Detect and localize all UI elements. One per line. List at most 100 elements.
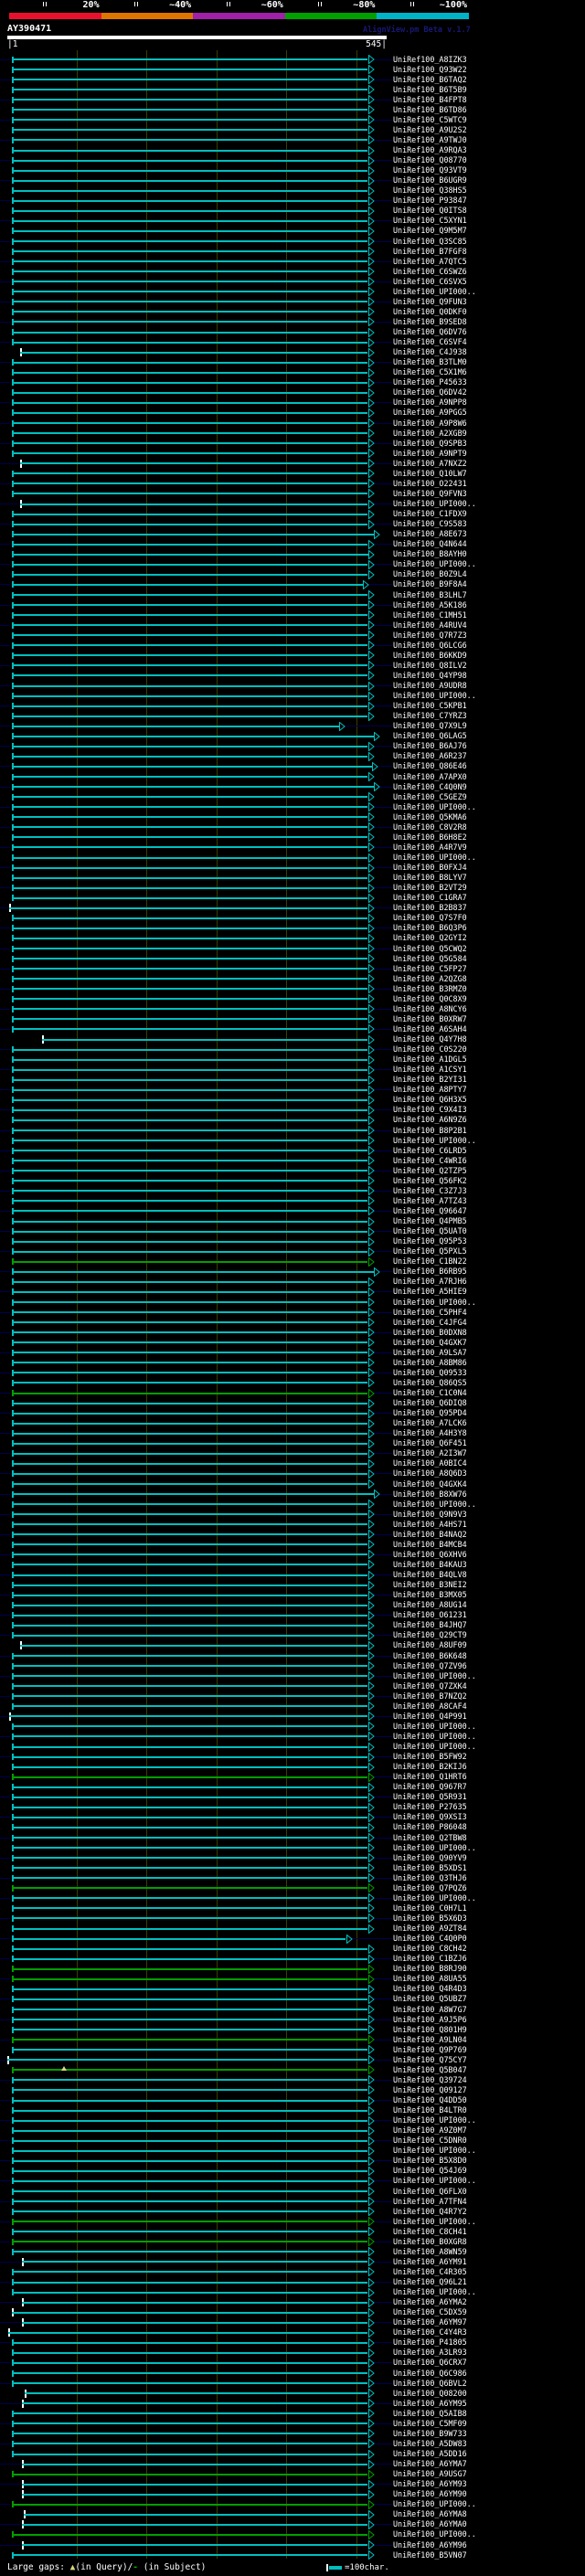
hit-label[interactable]: UniRef100_C1GRA7 — [393, 894, 467, 902]
hit-label[interactable]: UniRef100_Q0DKF0 — [393, 307, 467, 316]
hit-label[interactable]: UniRef100_B0Z9L4 — [393, 570, 467, 578]
hit-label[interactable]: UniRef100_UPI000.. — [393, 287, 476, 296]
hit-label[interactable]: UniRef100_C6LRD5 — [393, 1146, 467, 1155]
hit-label[interactable]: UniRef100_A6YMA8 — [393, 2510, 467, 2518]
hit-label[interactable]: UniRef100_Q86E46 — [393, 762, 467, 770]
hit-label[interactable]: UniRef100_UPI000.. — [393, 1732, 476, 1741]
hit-label[interactable]: UniRef100_A4HS71 — [393, 1520, 467, 1529]
hit-label[interactable]: UniRef100_Q09533 — [393, 1368, 467, 1377]
hit-label[interactable]: UniRef100_A7TFN4 — [393, 2197, 467, 2206]
hit-label[interactable]: UniRef100_Q54J69 — [393, 2167, 467, 2175]
hit-label[interactable]: UniRef100_B5FW92 — [393, 1753, 467, 1761]
hit-label[interactable]: UniRef100_B7FGF8 — [393, 247, 467, 256]
hit-label[interactable]: UniRef100_C1FDX9 — [393, 510, 467, 518]
hit-label[interactable]: UniRef100_Q6DIQ8 — [393, 1399, 467, 1407]
hit-label[interactable]: UniRef100_B4QLV8 — [393, 1571, 467, 1579]
hit-label[interactable]: UniRef100_Q6XHV6 — [393, 1550, 467, 1559]
hit-label[interactable]: UniRef100_C0S220 — [393, 1045, 467, 1054]
hit-label[interactable]: UniRef100_B6H8E2 — [393, 832, 467, 842]
hit-label[interactable]: UniRef100_A6YMA2 — [393, 2298, 467, 2306]
hit-label[interactable]: UniRef100_UPI000.. — [393, 692, 476, 700]
hit-label[interactable]: UniRef100_A4R7V9 — [393, 843, 467, 852]
hit-label[interactable]: UniRef100_Q9N9V3 — [393, 1510, 467, 1519]
hit-label[interactable]: UniRef100_Q2TBW8 — [393, 1833, 467, 1842]
hit-label[interactable]: UniRef100_UPI000.. — [393, 2530, 476, 2539]
hit-label[interactable]: UniRef100_A6YM91 — [393, 2257, 467, 2266]
hit-label[interactable]: UniRef100_B6K648 — [393, 1651, 467, 1660]
hit-label[interactable]: UniRef100_C9S583 — [393, 520, 467, 528]
hit-label[interactable]: UniRef100_A6YM90 — [393, 2490, 467, 2498]
hit-label[interactable]: UniRef100_A2I3W7 — [393, 1449, 467, 1458]
hit-label[interactable]: UniRef100_Q93VT9 — [393, 166, 467, 175]
hit-label[interactable]: UniRef100_Q5PXL5 — [393, 1247, 467, 1256]
hit-label[interactable]: UniRef100_A9NPT9 — [393, 449, 467, 458]
hit-label[interactable]: UniRef100_Q3SC85 — [393, 237, 467, 246]
hit-label[interactable]: UniRef100_Q96L21 — [393, 2278, 467, 2286]
hit-label[interactable]: UniRef100_Q39724 — [393, 2075, 467, 2084]
hit-label[interactable]: UniRef100_B5X8D0 — [393, 2157, 467, 2165]
hit-label[interactable]: UniRef100_UPI000.. — [393, 1722, 476, 1731]
hit-label[interactable]: UniRef100_B8RJ90 — [393, 1965, 467, 1973]
hit-label[interactable]: UniRef100_Q5UBZ7 — [393, 1995, 467, 2003]
hit-label[interactable]: UniRef100_A0BIC4 — [393, 1459, 467, 1468]
hit-label[interactable]: UniRef100_B9F8A4 — [393, 580, 467, 588]
hit-label[interactable]: UniRef100_B8LYV7 — [393, 874, 467, 882]
hit-label[interactable]: UniRef100_A8NCY6 — [393, 1004, 467, 1013]
hit-label[interactable]: UniRef100_A8IZK3 — [393, 55, 467, 64]
hit-label[interactable]: UniRef100_C4Q0P0 — [393, 1935, 467, 1943]
hit-label[interactable]: UniRef100_B3TLM0 — [393, 358, 467, 366]
hit-label[interactable]: UniRef100_P27635 — [393, 1803, 467, 1811]
hit-label[interactable]: UniRef100_UPI000.. — [393, 802, 476, 811]
hit-label[interactable]: UniRef100_C1BZJ6 — [393, 1955, 467, 1963]
hit-label[interactable]: UniRef100_B3RMZ0 — [393, 984, 467, 993]
hit-label[interactable]: UniRef100_Q1HRT6 — [393, 1773, 467, 1781]
hit-label[interactable]: UniRef100_Q6F451 — [393, 1439, 467, 1447]
hit-label[interactable]: UniRef100_A8W7G7 — [393, 2005, 467, 2014]
hit-label[interactable]: UniRef100_C5MF09 — [393, 2419, 467, 2428]
hit-label[interactable]: UniRef100_C5DX59 — [393, 2308, 467, 2316]
hit-label[interactable]: UniRef100_UPI000.. — [393, 1893, 476, 1903]
hit-label[interactable]: UniRef100_Q08200 — [393, 2389, 467, 2398]
hit-label[interactable]: UniRef100_Q5CWQ2 — [393, 944, 467, 953]
hit-label[interactable]: UniRef100_A5DW83 — [393, 2439, 467, 2448]
hit-label[interactable]: UniRef100_Q6BVL2 — [393, 2379, 467, 2388]
hit-label[interactable]: UniRef100_B0XGR8 — [393, 2237, 467, 2246]
hit-label[interactable]: UniRef100_Q5AIB8 — [393, 2409, 467, 2418]
hit-label[interactable]: UniRef100_Q7S7F0 — [393, 914, 467, 922]
hit-label[interactable]: UniRef100_UPI000.. — [393, 560, 476, 568]
hit-label[interactable]: UniRef100_Q4P991 — [393, 1712, 467, 1721]
hit-label[interactable]: UniRef100_A6YM97 — [393, 2318, 467, 2327]
hit-label[interactable]: UniRef100_Q29CT9 — [393, 1631, 467, 1639]
hit-label[interactable]: UniRef100_C8CH42 — [393, 1945, 467, 1953]
hit-label[interactable]: UniRef100_Q6C986 — [393, 2369, 467, 2378]
hit-label[interactable]: UniRef100_C5FP27 — [393, 964, 467, 973]
hit-label[interactable]: UniRef100_B3MX05 — [393, 1591, 467, 1599]
hit-label[interactable]: UniRef100_Q9XSI3 — [393, 1813, 467, 1821]
hit-label[interactable]: UniRef100_UPI000.. — [393, 853, 476, 862]
hit-label[interactable]: UniRef100_C7YRZ3 — [393, 712, 467, 720]
hit-label[interactable]: UniRef100_P45633 — [393, 378, 467, 387]
hit-label[interactable]: UniRef100_C4Q0N9 — [393, 782, 467, 791]
hit-label[interactable]: UniRef100_B6RB95 — [393, 1267, 467, 1276]
hit-label[interactable]: UniRef100_Q08770 — [393, 156, 467, 164]
hit-label[interactable]: UniRef100_A9ZT84 — [393, 1924, 467, 1933]
hit-label[interactable]: UniRef100_A8UA55 — [393, 1975, 467, 1983]
hit-label[interactable]: UniRef100_B2KIJ6 — [393, 1763, 467, 1771]
hit-label[interactable]: UniRef100_C3Z7J3 — [393, 1186, 467, 1195]
hit-label[interactable]: UniRef100_B2YI31 — [393, 1076, 467, 1084]
hit-label[interactable]: UniRef100_B4KAU3 — [393, 1560, 467, 1569]
hit-label[interactable]: UniRef100_Q801H9 — [393, 2025, 467, 2034]
hit-label[interactable]: UniRef100_A6YM95 — [393, 2399, 467, 2408]
hit-label[interactable]: UniRef100_Q7X9L9 — [393, 722, 467, 730]
hit-label[interactable]: UniRef100_Q4R4D3 — [393, 1985, 467, 1993]
hit-label[interactable]: UniRef100_C5WTC9 — [393, 115, 467, 124]
hit-label[interactable]: UniRef100_Q6FLX0 — [393, 2187, 467, 2196]
hit-label[interactable]: UniRef100_A6SAH4 — [393, 1024, 467, 1034]
hit-label[interactable]: UniRef100_A7RJH6 — [393, 1277, 467, 1286]
hit-label[interactable]: UniRef100_B6T5B9 — [393, 85, 467, 94]
hit-label[interactable]: UniRef100_B3LHL7 — [393, 590, 467, 599]
hit-label[interactable]: UniRef100_B0FXJ4 — [393, 864, 467, 872]
hit-label[interactable]: UniRef100_Q6DV76 — [393, 328, 467, 336]
hit-label[interactable]: UniRef100_Q5R931 — [393, 1793, 467, 1801]
hit-label[interactable]: UniRef100_B5VN07 — [393, 2550, 467, 2560]
